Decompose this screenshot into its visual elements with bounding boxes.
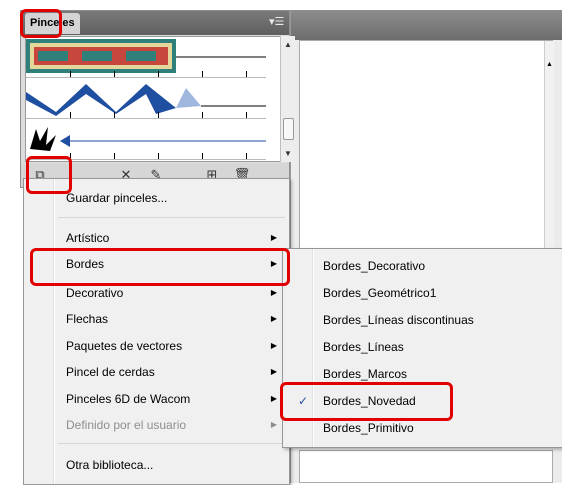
- brush-row-zigzag[interactable]: [26, 78, 266, 119]
- menu-separator: [58, 443, 285, 444]
- tick: [246, 71, 247, 77]
- menu-item-pinceles-wacom[interactable]: Pinceles 6D de Wacom ▶: [24, 386, 289, 412]
- submenu-arrow-icon: ▶: [270, 314, 277, 323]
- menu-item-label: Otra biblioteca...: [66, 458, 154, 472]
- menu-item-label: Flechas: [66, 312, 109, 326]
- document-area[interactable]: ▲: [299, 40, 554, 255]
- plant-brush-preview: [30, 127, 266, 151]
- highlight-libraries-button: [26, 156, 72, 194]
- tick: [246, 112, 247, 118]
- tick: [202, 153, 203, 159]
- tick: [158, 153, 159, 159]
- submenu-item-bordes-lineas[interactable]: Bordes_Líneas: [283, 334, 562, 360]
- tick: [114, 153, 115, 159]
- submenu-arrow-icon: ▶: [270, 341, 277, 350]
- panel-menu-icon[interactable]: ▾☰: [269, 15, 284, 28]
- submenu-item-label: Bordes_Decorativo: [323, 259, 426, 273]
- zigzag-brush-preview: [26, 84, 266, 116]
- submenu-arrow-icon: ▶: [270, 394, 277, 403]
- document-bottom-area: [299, 450, 553, 483]
- submenu-item-bordes-geometrico1[interactable]: Bordes_Geométrico1: [283, 280, 562, 306]
- submenu-item-bordes-lineas-discontinuas[interactable]: Bordes_Líneas discontinuas: [283, 307, 562, 333]
- submenu-arrow-icon: ▶: [270, 420, 277, 429]
- brush-row-border-tiles[interactable]: [26, 37, 266, 78]
- highlight-bordes-item: [30, 248, 290, 286]
- menu-item-label: Paquetes de vectores: [66, 339, 183, 353]
- document-titlebar: [291, 10, 562, 40]
- menu-item-label: Pinceles 6D de Wacom: [66, 392, 191, 406]
- scroll-down-icon[interactable]: ▼: [284, 149, 292, 158]
- menu-item-pincel-cerdas[interactable]: Pincel de cerdas ▶: [24, 359, 289, 385]
- submenu-item-label: Bordes_Geométrico1: [323, 286, 437, 300]
- tick: [114, 112, 115, 118]
- border-tiles-brush-preview: [26, 39, 266, 73]
- brush-library-menu: Guardar pinceles... Artístico ▶ Bordes ▶…: [23, 178, 290, 485]
- menu-item-flechas[interactable]: Flechas ▶: [24, 306, 289, 332]
- highlight-pinceles-tab: [20, 9, 62, 38]
- tick: [70, 112, 71, 118]
- tick: [202, 112, 203, 118]
- brush-row-plant[interactable]: [26, 119, 266, 160]
- highlight-bordes-novedad: [280, 382, 453, 421]
- menu-item-otra-biblioteca[interactable]: Otra biblioteca...: [24, 452, 289, 478]
- submenu-item-label: Bordes_Líneas: [323, 340, 404, 354]
- tick: [158, 112, 159, 118]
- menu-item-paquetes-vectores[interactable]: Paquetes de vectores ▶: [24, 333, 289, 359]
- brush-list-scrollbar[interactable]: ▲ ▼: [280, 36, 295, 162]
- menu-item-definido-usuario: Definido por el usuario ▶: [24, 412, 289, 438]
- menu-item-label: Definido por el usuario: [66, 418, 187, 432]
- menu-separator: [58, 217, 285, 218]
- scroll-thumb[interactable]: [283, 118, 294, 140]
- menu-item-label: Pincel de cerdas: [66, 365, 155, 379]
- tick: [246, 153, 247, 159]
- submenu-item-label: Bordes_Líneas discontinuas: [323, 313, 474, 327]
- tick: [70, 71, 71, 77]
- document-scrollbar[interactable]: ▲: [544, 41, 554, 254]
- menu-item-label: Guardar pinceles...: [66, 191, 168, 205]
- brush-list[interactable]: [25, 36, 281, 162]
- submenu-item-bordes-decorativo[interactable]: Bordes_Decorativo: [283, 253, 562, 279]
- submenu-arrow-icon: ▶: [270, 367, 277, 376]
- tick: [114, 71, 115, 77]
- tick: [158, 71, 159, 77]
- tick: [202, 71, 203, 77]
- scroll-up-icon[interactable]: ▲: [284, 40, 292, 49]
